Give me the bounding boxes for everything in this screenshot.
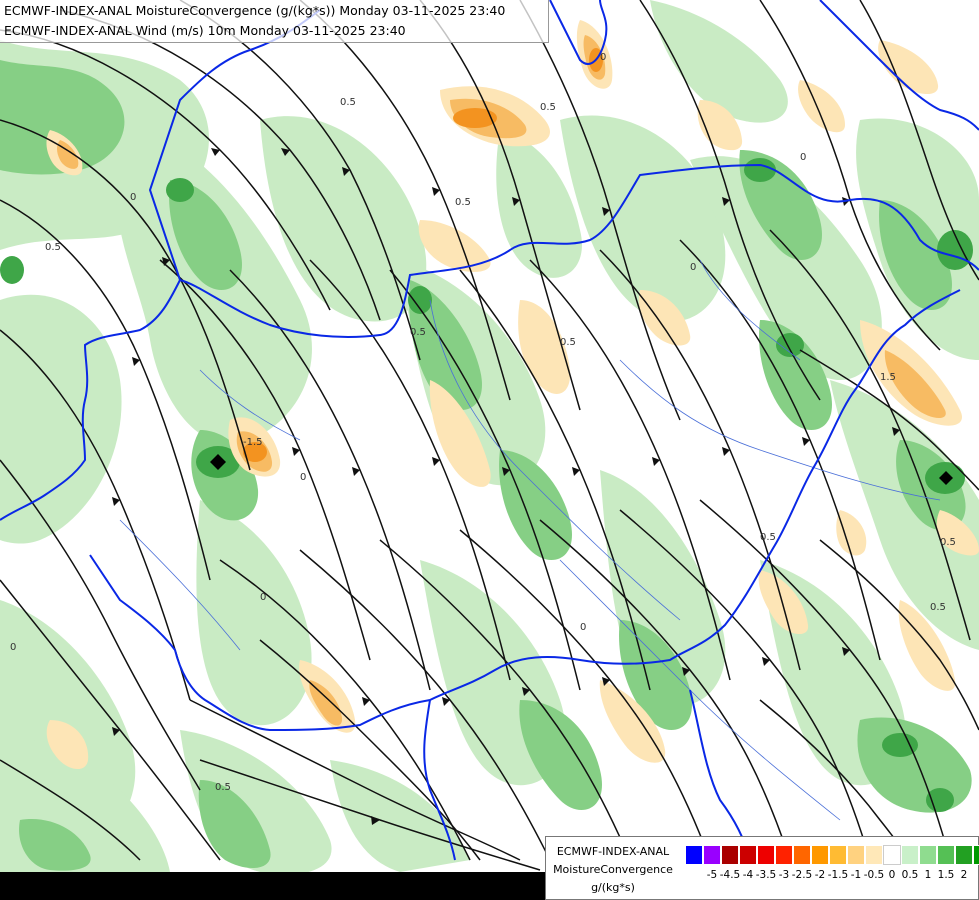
legend-swatch (811, 845, 829, 865)
legend-swatch (937, 845, 955, 865)
legend-swatch (721, 845, 739, 865)
contour-label: 0.5 (540, 102, 556, 113)
legend-swatch (775, 845, 793, 865)
contour-label: 0.5 (760, 532, 776, 543)
legend-tick-label: 2 (960, 869, 968, 881)
legend-title-unit: g/(kg*s) (591, 881, 635, 894)
legend-title-model: ECMWF-INDEX-ANAL (556, 845, 670, 858)
legend-tick-label: 1 (924, 869, 932, 881)
legend-swatches (685, 845, 979, 865)
contour-label: 0 (690, 262, 696, 273)
contour-label: 1.5 (880, 372, 896, 383)
legend-tick-label: -4 (742, 869, 754, 881)
legend-tick-label: 0.5 (901, 869, 919, 881)
contour-label: 0.5 (455, 197, 471, 208)
contour-label: 0.5 (45, 242, 61, 253)
contour-label: 0 (300, 472, 306, 483)
contour-label: 0.5 (560, 337, 576, 348)
contour-label: 0.5 (930, 602, 946, 613)
legend-swatch (883, 845, 901, 865)
legend-tick-label: -2.5 (791, 869, 813, 881)
legend-swatch (685, 845, 703, 865)
legend-swatch (919, 845, 937, 865)
wind-title: ECMWF-INDEX-ANAL Wind (m/s) 10m Monday 0… (4, 23, 406, 38)
legend-tick-label: -1.5 (827, 869, 849, 881)
contour-label: 0 (130, 192, 136, 203)
weather-map: 0 0.5 0.5 0.5 0.5 -1.5 0.5 0.5 1.5 0.5 0… (0, 0, 979, 900)
moisture-convergence-title: ECMWF-INDEX-ANAL MoistureConvergence (g/… (4, 3, 506, 18)
legend-swatch (901, 845, 919, 865)
legend-swatch (973, 845, 979, 865)
legend-swatch (793, 845, 811, 865)
legend-tick-label: -3.5 (755, 869, 777, 881)
legend-swatch (829, 845, 847, 865)
legend-swatch (955, 845, 973, 865)
contour-label: 0.5 (215, 782, 231, 793)
contour-label: 0 (800, 152, 806, 163)
legend-ticks: -5 -4.5 -4 -3.5 -3 -2.5 -2 -1.5 -1 -0.5 0 0.5 1 1.5 2 (685, 869, 979, 883)
legend-swatch (703, 845, 721, 865)
legend-tick-label: -3 (778, 869, 790, 881)
legend-title-field: MoistureConvergence (553, 863, 673, 876)
legend-swatch (739, 845, 757, 865)
contour-label: 0.5 (340, 97, 356, 108)
contour-label: -1.5 (243, 437, 263, 448)
legend-swatch (757, 845, 775, 865)
contour-label: 0 (10, 642, 16, 653)
legend-swatch (847, 845, 865, 865)
legend-tick-label: 0 (888, 869, 896, 881)
color-legend: ECMWF-INDEX-ANAL MoistureConvergence g/(… (545, 836, 979, 900)
legend-tick-label: -1 (850, 869, 862, 881)
legend-tick-label: -2 (814, 869, 826, 881)
contour-label: 0.5 (410, 327, 426, 338)
legend-tick-label: -4.5 (719, 869, 741, 881)
legend-tick-label: -5 (706, 869, 718, 881)
legend-swatch (865, 845, 883, 865)
legend-tick-label: 1.5 (937, 869, 955, 881)
contour-label: 0 (580, 622, 586, 633)
contour-label: 0 (600, 52, 606, 63)
legend-tick-label: -0.5 (863, 869, 885, 881)
map-title-box: ECMWF-INDEX-ANAL MoistureConvergence (g/… (0, 0, 549, 43)
contour-label: 0 (260, 592, 266, 603)
contour-label: 0.5 (940, 537, 956, 548)
